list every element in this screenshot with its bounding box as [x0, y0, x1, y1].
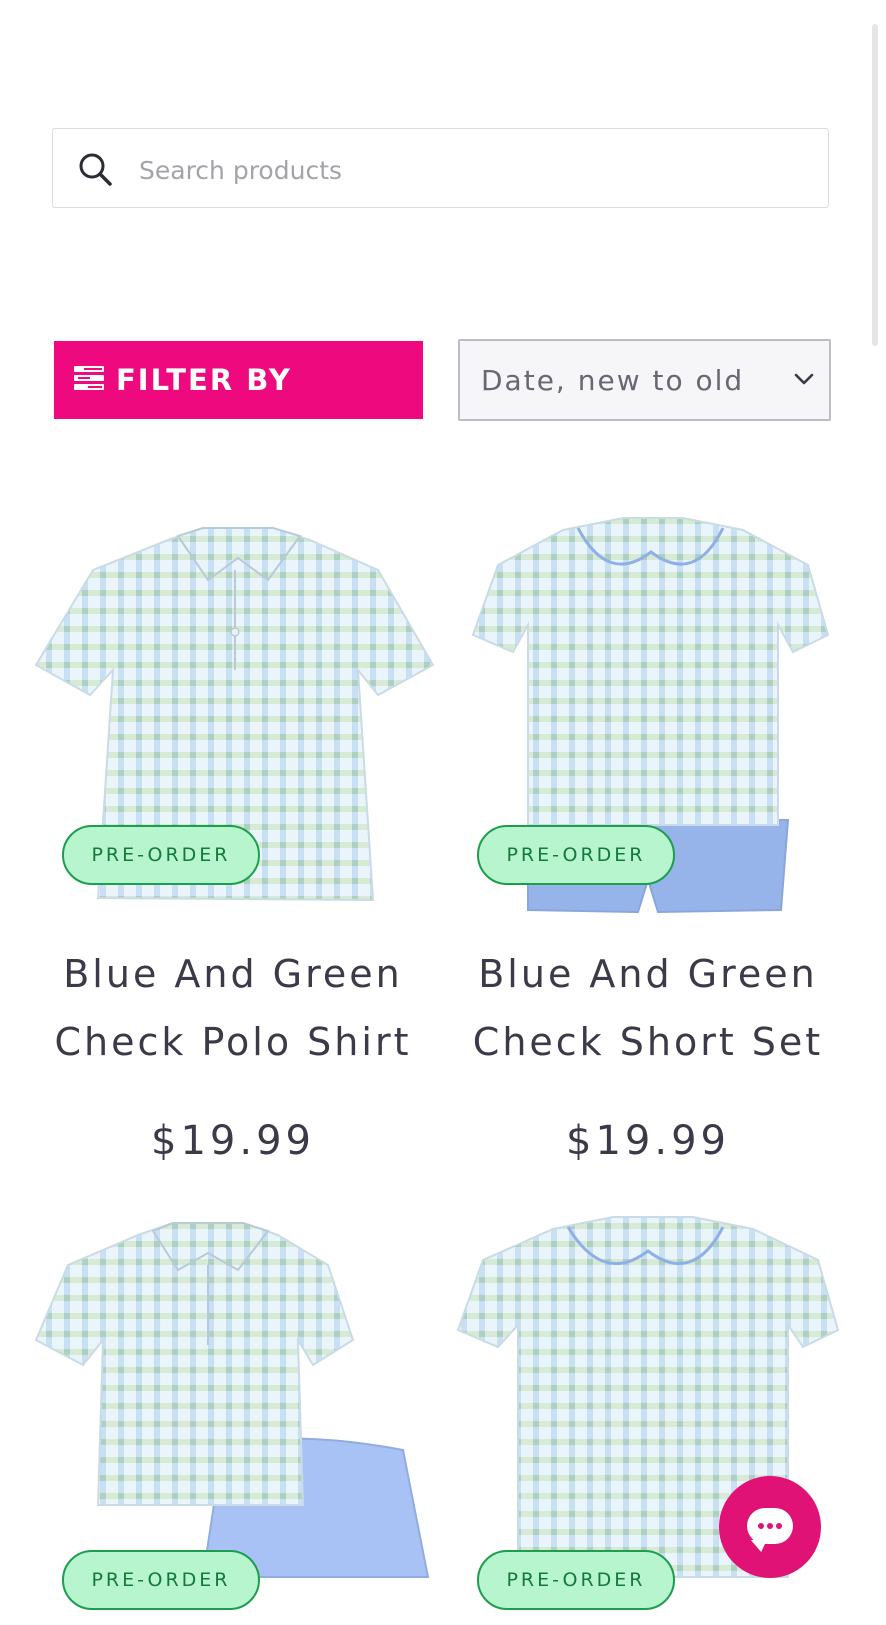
product-title-line: Blue And Green — [478, 952, 818, 996]
chat-icon — [747, 1508, 793, 1544]
product-card[interactable]: PRE-ORDER — [28, 1205, 438, 1610]
chat-button[interactable] — [719, 1476, 821, 1578]
search-input[interactable] — [137, 147, 801, 193]
product-card[interactable]: PRE-ORDER Blue And Green Check Short Set… — [443, 500, 853, 1180]
product-card[interactable]: PRE-ORDER Blue And Green Check Polo Shir… — [28, 500, 438, 1180]
product-title[interactable]: Blue And Green Check Short Set — [443, 940, 853, 1076]
sort-selected-value: Date, new to old — [481, 363, 745, 397]
filter-by-label: FILTER BY — [116, 363, 292, 397]
product-title-line: Check Short Set — [472, 1020, 824, 1064]
page-scrollbar[interactable] — [872, 24, 878, 346]
product-title-line: Blue And Green — [63, 952, 403, 996]
product-title[interactable]: Blue And Green Check Polo Shirt — [28, 940, 438, 1076]
search-box[interactable] — [52, 128, 829, 208]
pre-order-badge: PRE-ORDER — [477, 1550, 675, 1610]
filter-by-button[interactable]: FILTER BY — [54, 341, 423, 419]
filter-icon — [74, 366, 104, 390]
pre-order-badge: PRE-ORDER — [62, 1550, 260, 1610]
pre-order-badge: PRE-ORDER — [62, 825, 260, 885]
chat-dots-icon — [758, 1523, 782, 1529]
product-price: $19.99 — [566, 1118, 730, 1164]
search-icon — [79, 153, 112, 186]
product-price: $19.99 — [151, 1118, 315, 1164]
pre-order-badge: PRE-ORDER — [477, 825, 675, 885]
sort-select[interactable]: Date, new to old — [458, 339, 831, 421]
chevron-down-icon — [794, 373, 814, 385]
product-title-line: Check Polo Shirt — [54, 1020, 412, 1064]
